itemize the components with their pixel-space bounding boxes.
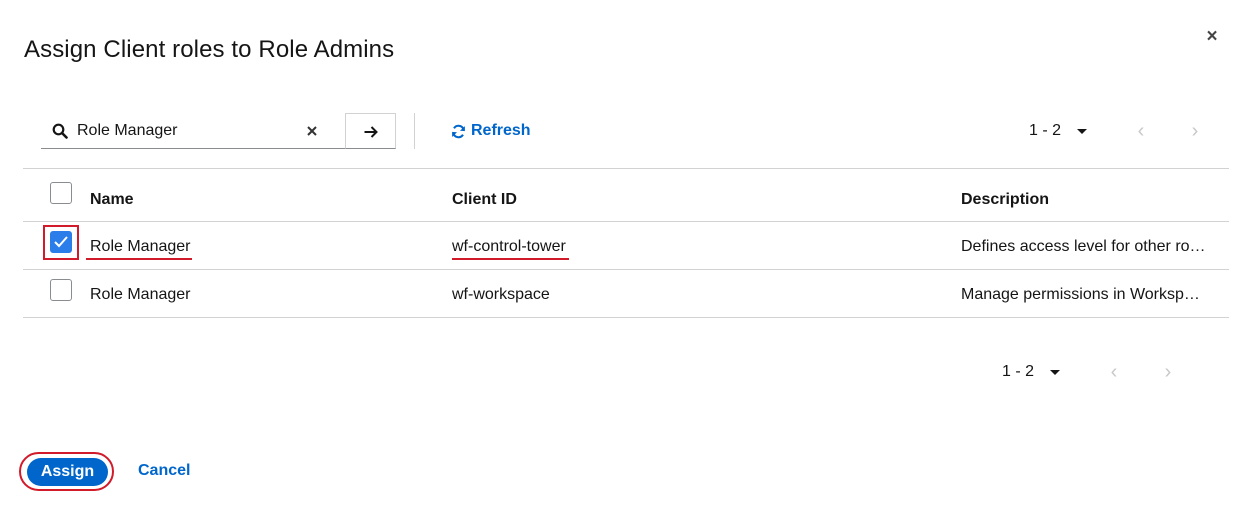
column-header-client-id[interactable]: Client ID <box>452 191 517 209</box>
search-icon <box>52 123 68 139</box>
column-header-name[interactable]: Name <box>90 191 134 209</box>
pagination-top: 1 - 2 ‹ › <box>1029 120 1202 142</box>
row-checkbox[interactable] <box>50 279 72 301</box>
arrow-right-icon <box>364 126 378 138</box>
pagination-range: 1 - 2 <box>1029 122 1062 139</box>
header-row-divider <box>23 221 1229 222</box>
refresh-label: Refresh <box>471 122 531 139</box>
client-id-cell: wf-control-tower <box>452 238 566 255</box>
dialog-title: Assign Client roles to Role Admins <box>24 36 395 63</box>
prev-page-icon[interactable]: ‹ <box>1134 120 1148 143</box>
next-page-icon[interactable]: › <box>1188 120 1202 143</box>
role-name-cell: Role Manager <box>90 286 191 303</box>
pagination-range: 1 - 2 <box>1002 363 1035 380</box>
assign-button[interactable]: Assign <box>27 458 108 486</box>
highlight-checkbox-box <box>43 225 79 260</box>
client-id-cell: wf-workspace <box>452 286 550 303</box>
pagination-bottom: 1 - 2 ‹ › <box>1002 361 1175 383</box>
role-name-cell: Role Manager <box>90 238 191 255</box>
prev-page-icon[interactable]: ‹ <box>1107 361 1121 384</box>
row-divider <box>23 317 1229 318</box>
toolbar-divider <box>414 113 415 149</box>
search-submit-button[interactable] <box>345 113 396 149</box>
highlight-client-id-underline <box>452 258 569 260</box>
description-cell: Manage permissions in Worksp… <box>961 286 1200 303</box>
highlight-role-name-underline <box>86 258 192 260</box>
refresh-button[interactable]: Refresh <box>451 121 531 141</box>
per-page-toggle-icon[interactable] <box>1077 128 1088 134</box>
clear-search-icon[interactable] <box>303 122 321 140</box>
description-cell: Defines access level for other ro… <box>961 238 1206 255</box>
per-page-toggle-icon[interactable] <box>1050 369 1061 375</box>
search-field <box>41 113 345 149</box>
column-header-description[interactable]: Description <box>961 191 1049 209</box>
next-page-icon[interactable]: › <box>1161 361 1175 384</box>
close-icon[interactable]: × <box>1203 27 1221 46</box>
sync-icon <box>452 124 465 138</box>
toolbar-separator <box>23 168 1229 169</box>
cancel-button[interactable]: Cancel <box>138 462 190 480</box>
select-all-checkbox[interactable] <box>50 182 72 204</box>
row-divider <box>23 269 1229 270</box>
search-input[interactable] <box>77 121 297 141</box>
